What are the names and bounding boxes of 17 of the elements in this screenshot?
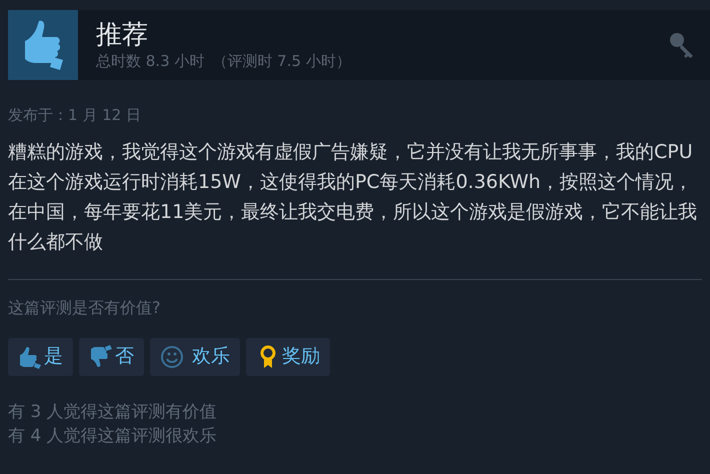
vote-count-text: 有 4 人觉得这篇评测很欢乐	[8, 424, 218, 448]
posted-date: 发布于：1 月 12 日	[8, 105, 142, 126]
smiley-icon	[160, 344, 184, 368]
vote-button[interactable]: 欢乐	[150, 338, 240, 376]
review-playtime-text: （评测时 7.5 小时）	[212, 51, 351, 71]
thumbs-up-icon	[18, 344, 42, 368]
vote-count-text: 有 3 人觉得这篇评测有价值	[8, 400, 218, 424]
thumbs-down-icon	[89, 344, 113, 368]
vote-button[interactable]: 否	[79, 338, 144, 376]
review-verdict: 推荐	[96, 19, 149, 51]
key-icon	[668, 31, 696, 59]
vote-button[interactable]: 是	[8, 338, 73, 376]
review-text: 糟糕的游戏，我觉得这个游戏有虚假广告嫌疑，它并没有让我无所事事，我的CPU在这个游戏运行时消耗15W，这使得我的PC每天消耗0.36KWh，按照这个情况，在中国，每年要花11美元，最终让我交电费，所以这个游戏是假游戏，它不能让我什么都不做	[8, 140, 698, 254]
helpful-question: 这篇评测是否有价值?	[8, 296, 162, 318]
vote-button[interactable]: 奖励	[246, 338, 330, 376]
thumbs-up-icon	[8, 10, 78, 80]
playtime-text: 总时数 8.3 小时	[96, 51, 204, 71]
